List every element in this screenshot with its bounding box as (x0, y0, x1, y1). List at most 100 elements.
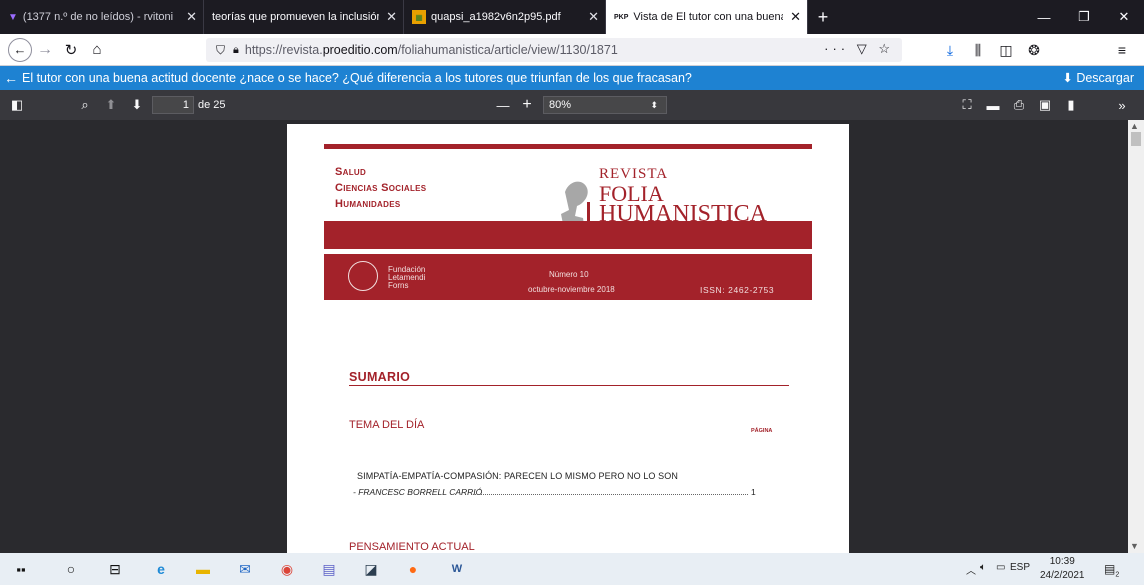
zoom-in-icon[interactable]: + (518, 96, 536, 114)
issn: ISSN: 2462-2753 (700, 285, 775, 295)
library-icon[interactable]: ⫼ (965, 38, 991, 62)
close-icon[interactable]: ✕ (186, 9, 197, 25)
download-button[interactable]: ⬇ Descargar (1062, 70, 1134, 85)
url-path: /foliahumanistica/article/view/1130/1871 (397, 43, 618, 57)
search-icon[interactable]: ⌕ (76, 96, 94, 114)
tab-bar: ▼ (1377 n.º de no leídos) - rvitoni ✕ te… (0, 0, 1144, 34)
leader-dots (473, 494, 748, 495)
section-heading-pensamiento: PENSAMIENTO ACTUAL (349, 541, 475, 553)
vertical-scrollbar[interactable]: ▲ ▼ (1128, 120, 1144, 553)
nav-bar: ← → ↻ ⌂ ⛉ 🔒︎ https://revista. proeditio.c… (0, 34, 1144, 66)
pkp-icon: PKP (614, 13, 629, 21)
article-author: - FRANCESC BORRELL CARRIÓ (353, 487, 483, 497)
tab-active-article[interactable]: PKP Vista de El tutor con una buena ✕ (606, 0, 808, 34)
url-bar[interactable]: ⛉ 🔒︎ https://revista. proeditio.com/folia… (206, 38, 902, 62)
url-domain: proeditio.com (322, 43, 398, 57)
edge-icon[interactable]: e (150, 558, 172, 580)
notification-count: 2 (1115, 571, 1120, 579)
back-arrow-icon[interactable]: ← (0, 70, 22, 86)
scroll-up-icon[interactable]: ▲ (1130, 121, 1139, 131)
restore-button[interactable]: ❐ (1064, 0, 1104, 34)
battery-icon[interactable]: ▭ (996, 562, 1005, 573)
tab-search[interactable]: teorías que promueven la inclusión ✕ (204, 0, 404, 34)
foundation-name: Fundación Letamendi Forns (388, 266, 425, 290)
zoom-out-icon[interactable]: — (494, 96, 512, 114)
clock-date: 24/2/2021 (1040, 570, 1085, 581)
tab-label: (1377 n.º de no leídos) - rvitoni (22, 11, 174, 23)
reload-icon[interactable]: ↻ (58, 37, 84, 63)
downloads-icon[interactable]: ⤓ (937, 38, 963, 62)
article-title: SIMPATÍA-EMPATÍA-COMPASIÓN: PARECEN LO M… (357, 471, 678, 481)
download-label: Descargar (1076, 71, 1134, 85)
mail-app-icon[interactable]: ✉ (234, 558, 256, 580)
scrollbar-thumb[interactable] (1131, 132, 1141, 146)
tab-label: Vista de El tutor con una buena (633, 11, 783, 23)
taskbar: ▪▪ ○ ⊟ e ▬ ✉ ◉ ▤ ◪ ● W ︿ 🔈︎ ▭ ESP 10:39 … (0, 553, 1144, 585)
new-tab-button[interactable]: + (808, 0, 838, 34)
close-window-button[interactable]: ✕ (1104, 0, 1144, 34)
task-view-icon[interactable]: ⊟ (104, 558, 126, 580)
menu-icon[interactable]: ≡ (1109, 38, 1135, 62)
journal-logo-text: REVISTA FOLIA HUMANISTICA (599, 164, 767, 226)
pdf-page: Salud Ciencias Sociales Humanidades REVI… (287, 124, 849, 564)
article-header-bar: ← El tutor con una buena actitud docente… (0, 66, 1144, 90)
sidebar-toggle-icon[interactable]: ◧ (8, 96, 26, 114)
lock-icon[interactable]: 🔒︎ (233, 44, 239, 57)
next-page-icon[interactable]: ⬇ (128, 96, 146, 114)
url-prefix: https://revista. (244, 43, 323, 57)
volume-icon[interactable]: 🔈︎ (980, 562, 986, 573)
tray-arrow-icon[interactable]: ︿ (966, 562, 976, 577)
shield-icon[interactable]: ⛉ (216, 43, 225, 58)
sidebar-icon[interactable]: ◫ (993, 38, 1019, 62)
zoom-select[interactable]: 80% ⬍ (543, 96, 667, 114)
mail-icon: ▼ (8, 11, 18, 23)
subject-social: Ciencias Sociales (335, 182, 427, 194)
journal-subjects: Salud Ciencias Sociales Humanidades (335, 164, 426, 212)
article-title-link[interactable]: El tutor con una buena actitud docente ¿… (22, 71, 692, 85)
back-arrow-icon[interactable]: ← (8, 37, 32, 62)
scroll-down-icon[interactable]: ▼ (1130, 541, 1139, 551)
page-column-label: PÁGINA (751, 428, 773, 434)
page-number-input[interactable]: 1 (152, 96, 194, 114)
app-icon[interactable]: ◪ (360, 558, 382, 580)
tools-icon[interactable]: » (1112, 96, 1132, 114)
tab-label: quapsi_a1982v6n2p95.pdf (431, 11, 561, 23)
presentation-mode-icon[interactable]: ⛶ (958, 96, 976, 114)
windows-start-icon[interactable]: ▪▪ (10, 558, 32, 580)
word-icon[interactable]: W (446, 558, 468, 580)
tab-mail[interactable]: ▼ (1377 n.º de no leídos) - rvitoni ✕ (0, 0, 204, 34)
bookmark-icon[interactable]: ▮ (1062, 96, 1080, 114)
tab-pdf[interactable]: ▦ quapsi_a1982v6n2p95.pdf ✕ (404, 0, 606, 34)
issue-number: Número 10 (549, 270, 589, 279)
close-icon[interactable]: ✕ (588, 9, 599, 25)
clock[interactable]: 10:39 24/2/2021 (1040, 555, 1085, 583)
notification-icon[interactable]: ▤2 (1104, 562, 1119, 578)
chrome-icon[interactable]: ◉ (276, 558, 298, 580)
download-icon: ⬇ (1062, 71, 1073, 85)
zoom-value: 80% (549, 99, 572, 111)
extension-icon[interactable]: ❂ (1021, 38, 1047, 62)
file-explorer-icon[interactable]: ▬ (192, 558, 214, 580)
language-indicator[interactable]: ESP (1010, 562, 1030, 573)
subject-health: Salud (335, 166, 367, 178)
top-rule (324, 144, 812, 149)
print-icon[interactable]: ⎙ (1010, 96, 1028, 114)
issue-date: octubre-noviembre 2018 (528, 285, 615, 294)
search-icon[interactable]: ○ (60, 558, 82, 580)
open-file-icon[interactable]: ▬ (984, 96, 1002, 114)
page-actions-icon[interactable]: ··· ▽ ☆ (824, 41, 894, 57)
subject-humanities: Humanidades (335, 198, 401, 210)
forward-arrow-icon[interactable]: → (32, 37, 58, 63)
article-page-number: 1 (751, 487, 756, 497)
previous-page-icon[interactable]: ⬆ (102, 96, 120, 114)
teams-icon[interactable]: ▤ (318, 558, 340, 580)
close-icon[interactable]: ✕ (386, 9, 397, 25)
section-heading-tema: TEMA DEL DÍA (349, 419, 425, 431)
home-icon[interactable]: ⌂ (84, 37, 110, 63)
chevron-down-icon: ⬍ (650, 100, 658, 110)
firefox-icon[interactable]: ● (402, 558, 424, 580)
minimize-button[interactable]: — (1024, 0, 1064, 34)
summary-heading: SUMARIO (349, 370, 411, 384)
save-icon[interactable]: ▣ (1036, 96, 1054, 114)
close-icon[interactable]: ✕ (790, 9, 801, 25)
